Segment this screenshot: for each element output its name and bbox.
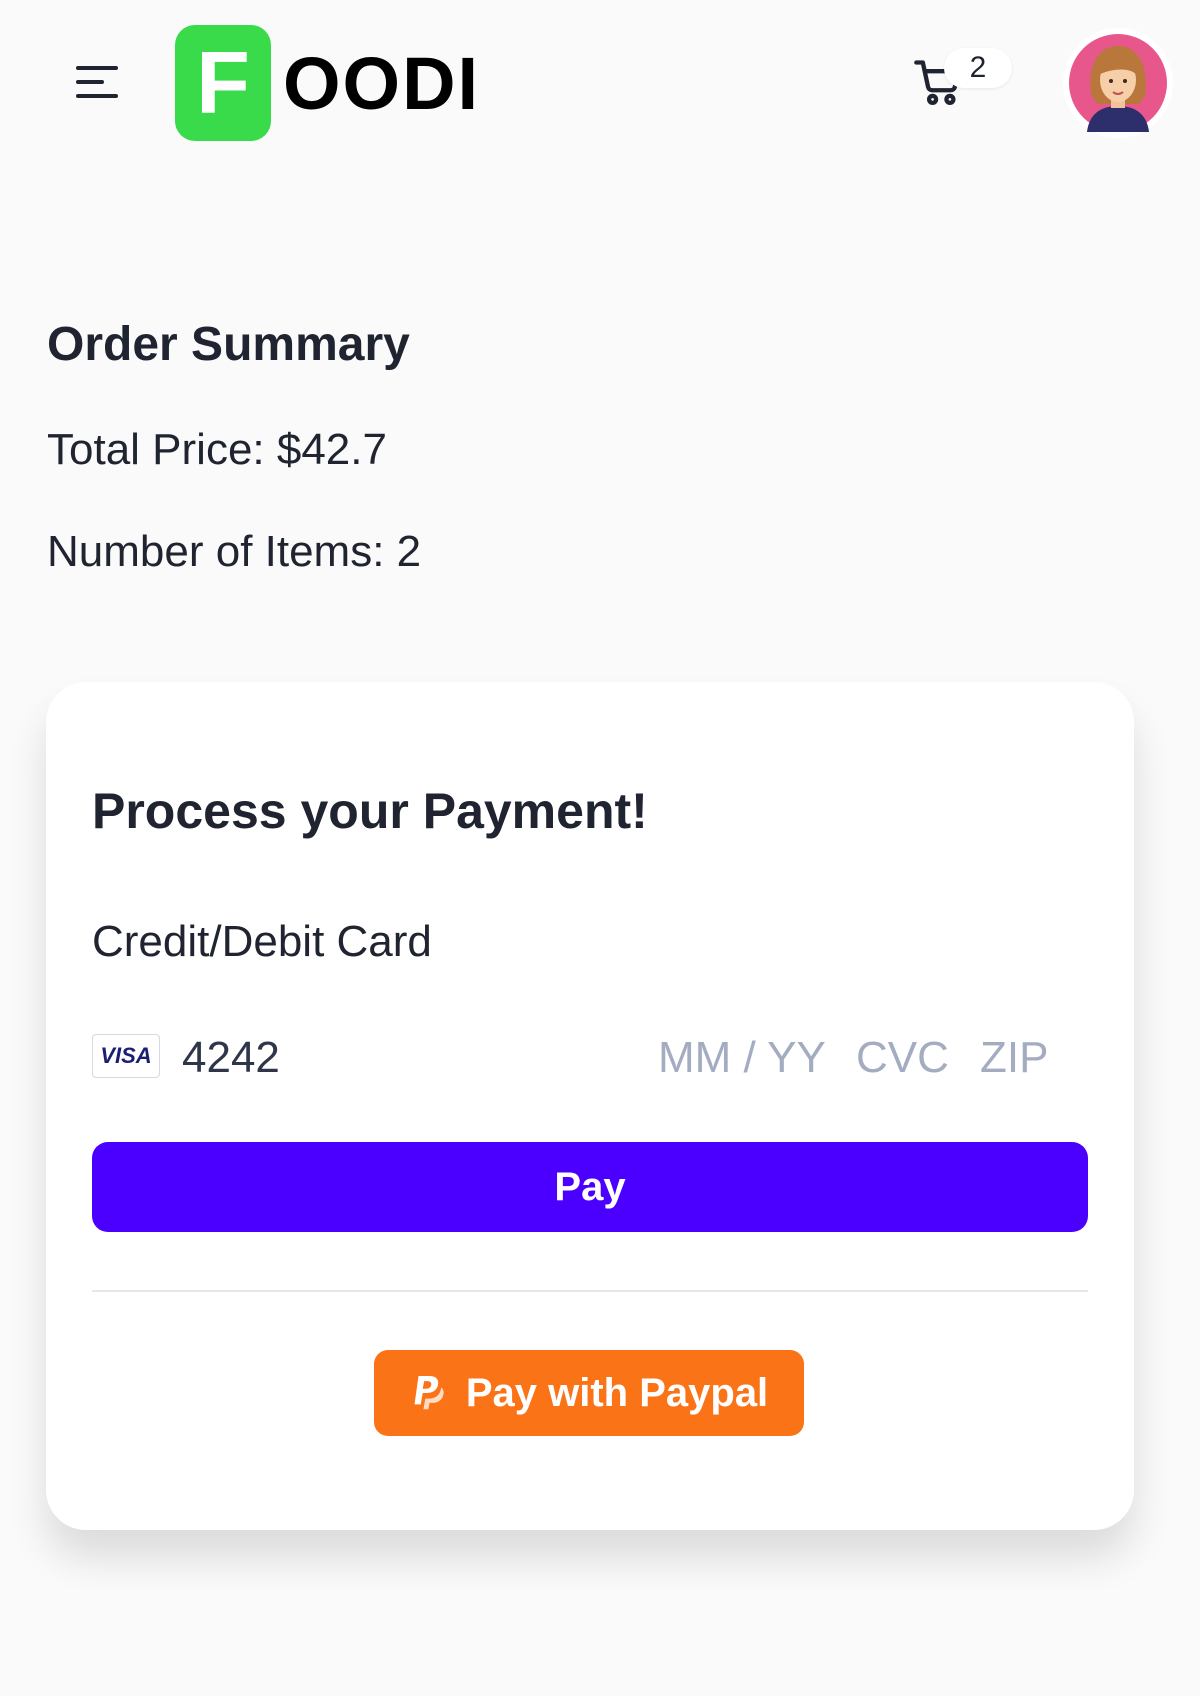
paypal-label: Pay with Paypal — [465, 1371, 769, 1415]
user-avatar[interactable] — [1063, 28, 1173, 138]
hamburger-menu-icon[interactable] — [72, 62, 122, 102]
avatar-image — [1069, 34, 1167, 132]
expiry-field[interactable]: MM / YY — [658, 1030, 826, 1086]
menu-line — [76, 80, 104, 84]
cvc-field[interactable]: CVC — [856, 1030, 949, 1086]
paypal-icon — [410, 1373, 444, 1413]
logo-mark: F — [175, 25, 271, 141]
foodi-logo[interactable]: F OODI — [175, 25, 480, 141]
order-summary: Order Summary Total Price: $42.7 Number … — [47, 315, 421, 579]
zip-field[interactable]: ZIP — [980, 1030, 1048, 1086]
cart-button[interactable]: 2 — [912, 48, 1016, 118]
pay-button[interactable]: Pay — [92, 1142, 1088, 1232]
card-number-field[interactable]: 4242 — [182, 1030, 280, 1086]
checkout-page: F OODI 2 Order Summary Total Price: $42.… — [0, 0, 1200, 1696]
number-of-items: Number of Items: 2 — [47, 527, 422, 576]
pay-with-paypal-button[interactable]: Pay with Paypal — [374, 1350, 804, 1436]
logo-text: OODI — [283, 41, 481, 125]
card-section-label: Credit/Debit Card — [92, 917, 432, 966]
menu-line — [76, 66, 118, 70]
total-price: Total Price: $42.7 — [47, 425, 387, 474]
cart-count-badge: 2 — [944, 48, 1012, 88]
payment-card: Process your Payment! Credit/Debit Card … — [46, 682, 1134, 1530]
visa-card-icon: VISA — [92, 1034, 160, 1078]
card-input[interactable]: VISA 4242 MM / YY CVC ZIP — [92, 1030, 1088, 1090]
divider — [92, 1290, 1088, 1292]
payment-title: Process your Payment! — [92, 783, 648, 839]
menu-line — [76, 94, 118, 98]
header: F OODI 2 — [0, 0, 1200, 170]
order-summary-title: Order Summary — [47, 318, 410, 371]
